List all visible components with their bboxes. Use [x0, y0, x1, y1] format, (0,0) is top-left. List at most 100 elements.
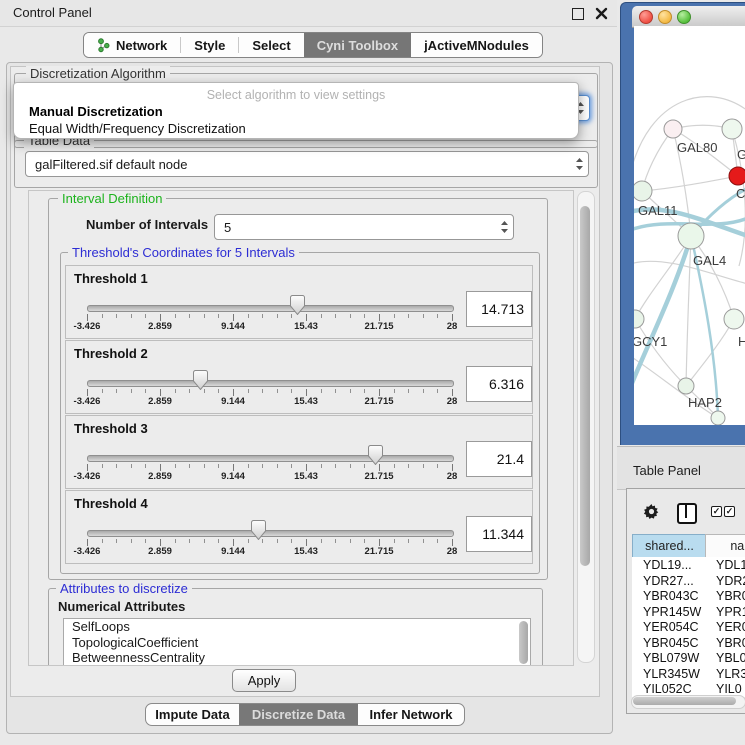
attributes-group-title: Attributes to discretize — [56, 581, 192, 596]
table-settings-gear-icon[interactable] — [643, 503, 660, 525]
threshold-1-slider-thumb[interactable] — [290, 295, 305, 315]
network-window-titlebar[interactable] — [632, 6, 745, 28]
close-traffic-light[interactable] — [639, 10, 653, 24]
node-gal11[interactable] — [634, 181, 652, 201]
axis-tick: 9.144 — [221, 471, 245, 482]
column-header-shared-name-label: shared... — [645, 539, 694, 553]
cell-name[interactable]: YBR0 — [716, 589, 745, 603]
apply-button[interactable]: Apply — [232, 669, 296, 692]
cell-name[interactable]: YIL0 — [716, 682, 742, 696]
column-header-name[interactable]: na... — [705, 534, 745, 558]
thresholds-group-title: Threshold's Coordinates for 5 Intervals — [68, 245, 299, 260]
zoom-traffic-light[interactable] — [677, 10, 691, 24]
tab-jactivemnodules[interactable]: jActiveMNodules — [411, 33, 542, 57]
table-row[interactable]: YDL19... YDL1 — [632, 557, 745, 573]
table-row[interactable]: YLR345W YLR3 — [632, 666, 745, 682]
threshold-2-slider-thumb[interactable] — [193, 370, 208, 390]
axis-tick: 28 — [447, 321, 458, 332]
settings-scrollbar-track[interactable] — [577, 191, 595, 663]
select-checkbox-icon-2[interactable]: ✓ — [724, 506, 735, 517]
threshold-2-value-field[interactable]: 6.316 — [466, 366, 532, 402]
tab-network[interactable]: Network — [84, 33, 180, 57]
threshold-1-value-field[interactable]: 14.713 — [466, 291, 532, 327]
cell-name[interactable]: YBR0 — [716, 636, 745, 650]
threshold-4-slider-track[interactable] — [87, 530, 454, 537]
cell-name[interactable]: YDR2 — [716, 574, 745, 588]
column-header-shared-name[interactable]: shared... — [632, 534, 707, 558]
threshold-2-label: Threshold 2 — [74, 346, 148, 361]
threshold-1-axis-labels: -3.426 2.859 9.144 15.43 21.715 28 — [87, 321, 452, 333]
node-gal4[interactable] — [678, 223, 704, 249]
dropdown-placeholder-option: Select algorithm to view settings — [14, 88, 578, 102]
axis-tick: 2.859 — [148, 471, 172, 482]
node-hap2[interactable] — [678, 378, 694, 394]
tab-cyni-toolbox[interactable]: Cyni Toolbox — [304, 33, 411, 57]
cell-name[interactable]: YPR1 — [716, 605, 745, 619]
float-window-icon[interactable] — [572, 8, 584, 20]
list-item-selfloops[interactable]: SelfLoops — [64, 619, 530, 635]
split-columns-icon[interactable] — [677, 503, 697, 524]
cell-shared-name[interactable]: YER054C — [643, 620, 699, 634]
table-row[interactable]: YBR045C YBR0 — [632, 635, 745, 651]
table-horizontal-scrollbar[interactable] — [631, 695, 745, 709]
threshold-1-panel: Threshold 1 -3.426 2.859 9.144 15.43 21.… — [65, 265, 533, 339]
discretization-algorithm-group-title: Discretization Algorithm — [26, 66, 170, 81]
node-h-cut[interactable] — [724, 309, 744, 329]
select-checkbox-icon[interactable]: ✓ — [711, 506, 722, 517]
list-item-topologicalcoefficient[interactable]: TopologicalCoefficient — [64, 635, 530, 651]
cell-shared-name[interactable]: YBR045C — [643, 636, 699, 650]
node-gcy1[interactable] — [634, 310, 644, 328]
tab-impute-data[interactable]: Impute Data — [146, 704, 239, 725]
cell-name[interactable]: YLR3 — [716, 667, 745, 681]
dropdown-option-manual-discretization[interactable]: Manual Discretization — [29, 104, 163, 119]
close-icon[interactable] — [595, 7, 608, 20]
list-scrollbar[interactable] — [519, 621, 528, 664]
number-of-intervals-combobox[interactable]: 5 — [214, 214, 514, 240]
cell-shared-name[interactable]: YBR043C — [643, 589, 699, 603]
network-canvas[interactable]: GAL80 GA C GAL11 GAL4 GCY1 H HAP2 — [634, 26, 745, 425]
threshold-3-value-field[interactable]: 21.4 — [466, 441, 532, 477]
table-horizontal-scrollbar-thumb[interactable] — [633, 697, 736, 705]
threshold-1-slider-track[interactable] — [87, 305, 454, 312]
node-red-selected[interactable] — [729, 167, 745, 185]
threshold-2-slider-track[interactable] — [87, 380, 454, 387]
threshold-3-slider-track[interactable] — [87, 455, 454, 462]
table-row[interactable]: YBR043C YBR0 — [632, 588, 745, 604]
threshold-4-label: Threshold 4 — [74, 496, 148, 511]
dropdown-option-equal-width-frequency[interactable]: Equal Width/Frequency Discretization — [29, 121, 246, 136]
cell-shared-name[interactable]: YDR27... — [643, 574, 694, 588]
cell-name[interactable]: YBL0 — [716, 651, 745, 665]
cell-shared-name[interactable]: YBL079W — [643, 651, 699, 665]
node-g-cut[interactable] — [722, 119, 742, 139]
threshold-3-slider-thumb[interactable] — [368, 445, 383, 465]
cell-shared-name[interactable]: YPR145W — [643, 605, 701, 619]
node-gal80[interactable] — [664, 120, 682, 138]
threshold-4-value-field[interactable]: 11.344 — [466, 516, 532, 552]
list-item-betweennesscentrality[interactable]: BetweennessCentrality — [64, 650, 530, 666]
label-hap2: HAP2 — [688, 395, 722, 410]
settings-scrollbar-thumb[interactable] — [580, 206, 590, 566]
axis-tick: 15.43 — [294, 321, 318, 332]
tab-style[interactable]: Style — [181, 33, 238, 57]
table-row[interactable]: YPR145W YPR1 — [632, 604, 745, 620]
table-row[interactable]: YBL079W YBL0 — [632, 650, 745, 666]
tab-infer-network-label: Infer Network — [369, 707, 452, 722]
cell-name[interactable]: YER0 — [716, 620, 745, 634]
tab-discretize-data[interactable]: Discretize Data — [239, 704, 358, 725]
table-data-combobox[interactable]: galFiltered.sif default node — [25, 151, 589, 177]
cell-name[interactable]: YDL1 — [716, 558, 745, 572]
numerical-attributes-list[interactable]: SelfLoops TopologicalCoefficient Between… — [63, 618, 531, 666]
tab-select[interactable]: Select — [239, 33, 303, 57]
minimize-traffic-light[interactable] — [658, 10, 672, 24]
threshold-3-axis-labels: -3.426 2.859 9.144 15.43 21.715 28 — [87, 471, 452, 483]
algorithm-settings-panel: Interval Definition Number of Intervals … — [28, 190, 574, 666]
table-panel-titlebar: Table Panel — [617, 446, 745, 490]
cell-shared-name[interactable]: YIL052C — [643, 682, 692, 696]
node-bottom-cut[interactable] — [711, 411, 725, 425]
threshold-4-slider-thumb[interactable] — [251, 520, 266, 540]
table-row[interactable]: YDR27... YDR2 — [632, 573, 745, 589]
cell-shared-name[interactable]: YDL19... — [643, 558, 692, 572]
tab-infer-network[interactable]: Infer Network — [358, 704, 464, 725]
table-row[interactable]: YER054C YER0 — [632, 619, 745, 635]
cell-shared-name[interactable]: YLR345W — [643, 667, 700, 681]
